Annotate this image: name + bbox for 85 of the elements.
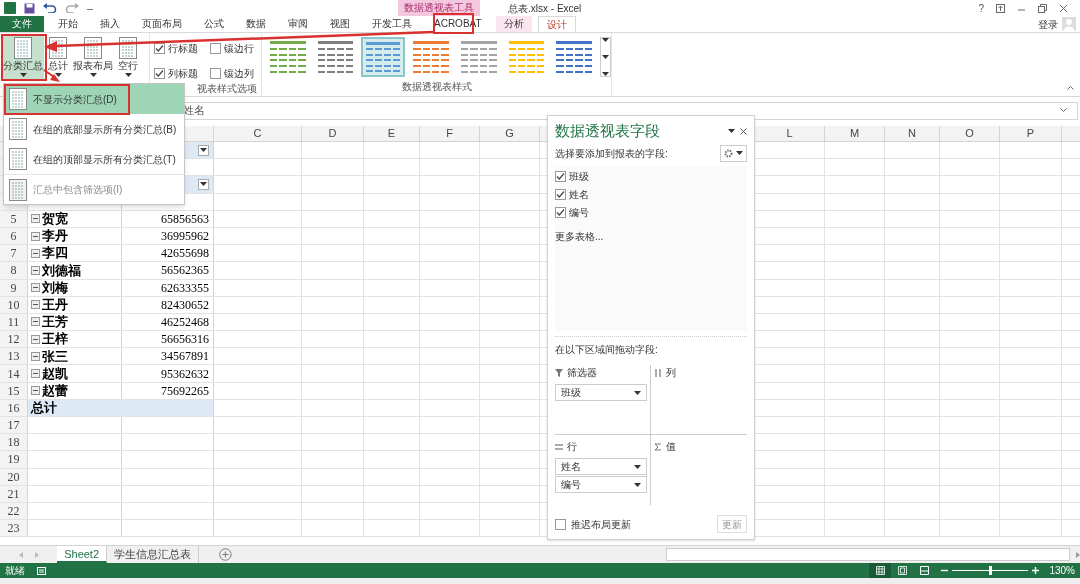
- help-button[interactable]: ?: [978, 0, 984, 16]
- checkbox-label: 列标题: [168, 67, 198, 81]
- area-label: 列: [666, 366, 676, 380]
- checkbox-label: 行标题: [168, 42, 198, 56]
- row-header[interactable]: 19: [0, 451, 28, 468]
- checkbox-label: 镶边列: [223, 67, 254, 81]
- ribbon-tab[interactable]: 数据: [238, 16, 274, 32]
- row-header[interactable]: 17: [0, 417, 28, 434]
- status-text: 就绪: [5, 564, 25, 578]
- ribbon-tab[interactable]: 公式: [196, 16, 232, 32]
- ribbon-tab[interactable]: 开发工具: [364, 16, 420, 32]
- column-header[interactable]: P: [1026, 126, 1035, 142]
- column-header[interactable]: C: [253, 126, 262, 142]
- value-cell-text: 62633355: [161, 279, 209, 297]
- value-cell-text: 46252468: [161, 313, 209, 331]
- sign-in-link[interactable]: 登录: [1038, 16, 1058, 32]
- sheet-tab[interactable]: Sheet2: [57, 546, 108, 563]
- row-header[interactable]: 7: [0, 245, 28, 262]
- column-header[interactable]: F: [446, 126, 453, 142]
- area-label: 行: [567, 440, 577, 454]
- row-header[interactable]: 23: [0, 520, 28, 537]
- value-cell-text: 75692265: [161, 382, 209, 400]
- column-header[interactable]: D: [328, 126, 337, 142]
- ribbon-tab[interactable]: 插入: [92, 16, 128, 32]
- ribbon-tab[interactable]: 审阅: [280, 16, 316, 32]
- area-label: 值: [666, 440, 676, 454]
- checkbox-label: 镶边行: [223, 42, 254, 56]
- ribbon-tab[interactable]: 文件: [0, 16, 44, 32]
- area-label: 筛选器: [567, 366, 597, 380]
- value-cell-text: 56656316: [161, 331, 209, 349]
- layout-button[interactable]: 空行: [117, 35, 139, 79]
- field-label: 编号: [569, 205, 589, 220]
- value-cell-text: 65856563: [161, 210, 209, 228]
- row-label-cell-text: 贺宽: [42, 210, 68, 229]
- row-header[interactable]: 18: [0, 434, 28, 451]
- panel-title: 数据透视表字段: [555, 121, 661, 141]
- value-cell-text: 56562365: [161, 262, 209, 280]
- row-label-cell-text: 王芳: [42, 313, 68, 332]
- ribbon-tab[interactable]: 分析: [495, 16, 532, 32]
- group-label: 数据透视表样式: [401, 80, 472, 94]
- ribbon-tab[interactable]: 设计: [537, 16, 576, 32]
- row-header[interactable]: 14: [0, 365, 28, 382]
- area-field-chip[interactable]: 编号: [555, 476, 647, 493]
- row-label-cell-text: 张三: [42, 347, 68, 366]
- value-cell-text: 36995962: [161, 228, 209, 246]
- value-cell-text: 95362632: [161, 365, 209, 383]
- row-label-cell-text: 刘梅: [42, 278, 68, 297]
- row-header[interactable]: 8: [0, 262, 28, 279]
- ribbon-tab[interactable]: 页面布局: [134, 16, 190, 32]
- defer-label: 推迟布局更新: [571, 517, 632, 532]
- row-label-cell-text: 赵蕾: [42, 381, 68, 400]
- row-label-cell-text: 李丹: [42, 227, 68, 246]
- group-label: 视表样式选项: [197, 82, 258, 96]
- column-header[interactable]: O: [965, 126, 974, 142]
- zoom-level[interactable]: 130%: [1049, 563, 1075, 578]
- field-label: 班级: [569, 169, 589, 184]
- context-tab-label: 数据透视表工具: [398, 0, 480, 16]
- menu-item[interactable]: 不显示分类汇总(D): [4, 84, 184, 114]
- row-header[interactable]: 12: [0, 331, 28, 348]
- value-cell-text: 42655698: [161, 245, 209, 263]
- column-header[interactable]: N: [908, 126, 916, 142]
- window-title: 总表.xlsx - Excel: [508, 1, 582, 16]
- row-label-cell-text: 王丹: [42, 296, 68, 315]
- row-label-cell-text: 赵凯: [42, 364, 68, 383]
- column-header[interactable]: L: [786, 126, 793, 142]
- layout-button[interactable]: 报表布局: [72, 35, 114, 79]
- row-label-cell-text: 李四: [42, 244, 68, 263]
- value-cell-text: 34567891: [161, 348, 209, 366]
- row-header[interactable]: 13: [0, 348, 28, 365]
- menu-item[interactable]: 在组的顶部显示所有分类汇总(T): [4, 144, 184, 174]
- value-cell-text: 82430652: [161, 296, 209, 314]
- more-tables-link[interactable]: 更多表格...: [555, 228, 604, 244]
- area-field-chip[interactable]: 班级: [555, 384, 647, 401]
- column-header[interactable]: M: [849, 126, 860, 142]
- drag-hint: 在以下区域间拖动字段:: [555, 343, 658, 355]
- layout-button[interactable]: 分类汇总: [2, 35, 44, 79]
- row-label-cell-text: 刘德福: [42, 261, 81, 280]
- area-field-chip[interactable]: 姓名: [555, 458, 647, 475]
- column-header[interactable]: E: [387, 126, 396, 142]
- row-label-cell-text: 王梓: [42, 330, 68, 349]
- ribbon-tab[interactable]: 开始: [50, 16, 86, 32]
- column-header[interactable]: G: [505, 126, 514, 142]
- field-label: 姓名: [569, 187, 589, 202]
- panel-subtitle: 选择要添加到报表的字段:: [555, 146, 669, 161]
- ribbon-tab[interactable]: 视图: [322, 16, 358, 32]
